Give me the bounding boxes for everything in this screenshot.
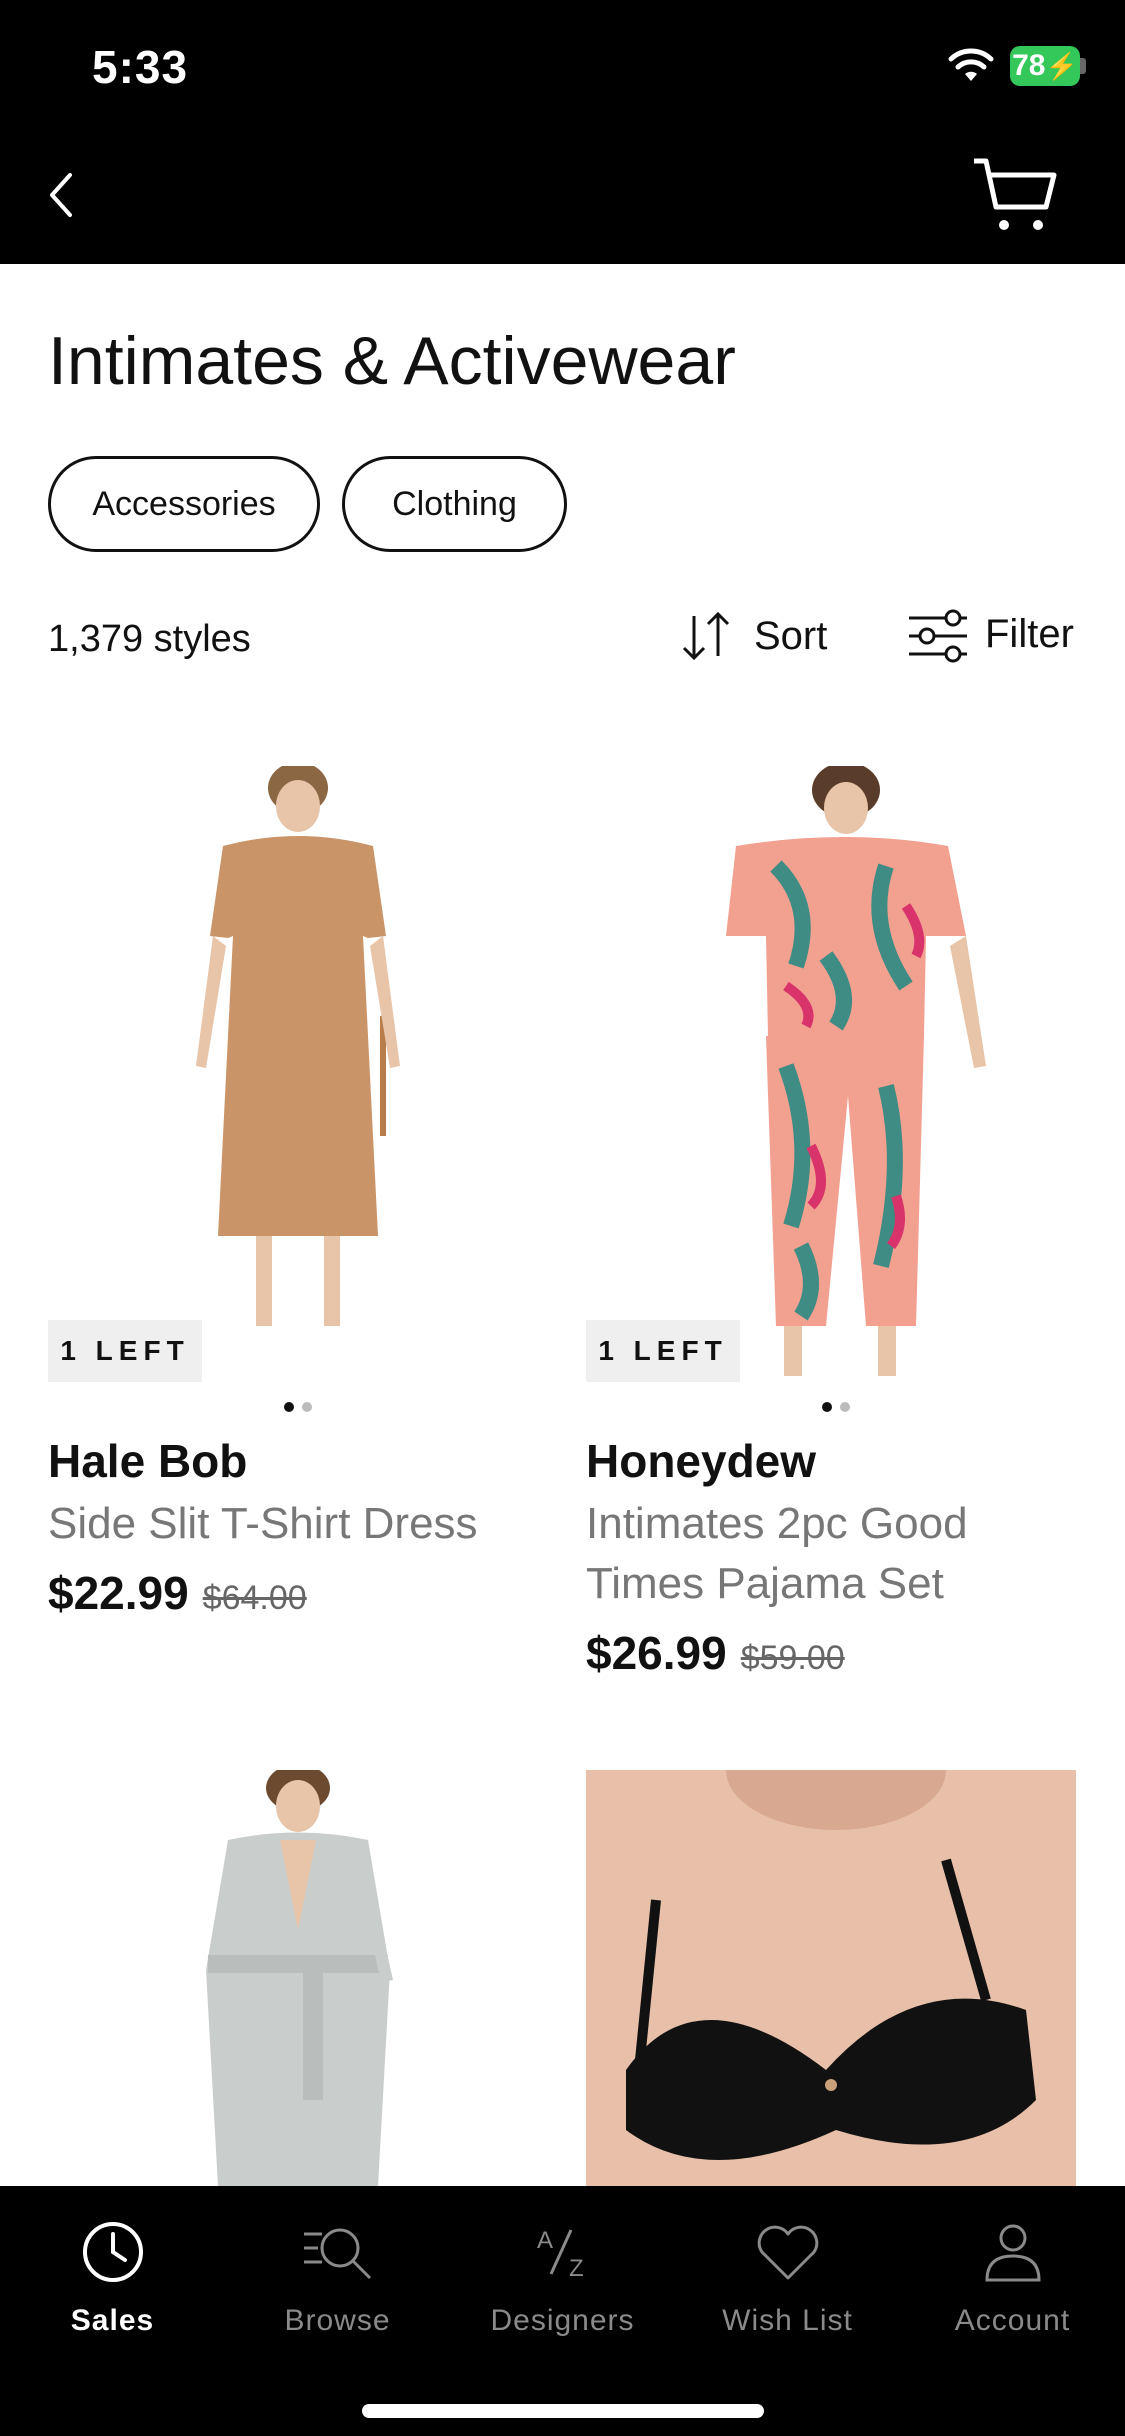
tab-browse[interactable]: Browse xyxy=(225,2212,450,2362)
filter-icon xyxy=(909,609,967,663)
pager-dot xyxy=(302,1402,312,1412)
cart-icon[interactable] xyxy=(970,155,1060,235)
filter-label: Filter xyxy=(985,611,1074,656)
tab-sales[interactable]: Sales xyxy=(0,2212,225,2362)
pager-dot xyxy=(822,1402,832,1412)
product-card[interactable]: 1 LEFT Honeydew Intimates 2pc Good Times… xyxy=(586,766,1086,1686)
tab-label: Account xyxy=(954,2304,1071,2337)
stock-badge: 1 LEFT xyxy=(48,1320,202,1382)
tab-wish-list[interactable]: Wish List xyxy=(675,2212,900,2362)
product-brand: Hale Bob xyxy=(48,1435,248,1487)
tab-label: Sales xyxy=(70,2304,155,2337)
sort-icon xyxy=(682,611,730,661)
battery-indicator: 78 ⚡ xyxy=(1010,46,1080,86)
wifi-icon xyxy=(948,48,994,81)
chip-accessories[interactable]: Accessories xyxy=(48,456,320,552)
page-title: Intimates & Activewear xyxy=(48,323,736,399)
status-time: 5:33 xyxy=(92,41,189,93)
image-pager[interactable] xyxy=(586,1402,1086,1412)
tab-label: Browse xyxy=(284,2304,391,2337)
tab-label: Wish List xyxy=(722,2304,853,2337)
person-icon xyxy=(984,2224,1041,2282)
back-icon[interactable] xyxy=(40,160,80,230)
sort-button[interactable]: Sort xyxy=(676,606,827,666)
product-name: Side Slit T-Shirt Dress xyxy=(48,1499,478,1548)
product-image-bra[interactable] xyxy=(586,1770,1076,2186)
top-bar: 5:33 78 ⚡ xyxy=(0,0,1125,264)
battery-tip xyxy=(1080,58,1086,74)
price-row: $26.99 $59.00 xyxy=(586,1626,845,1680)
sale-price: $22.99 xyxy=(48,1567,189,1619)
chip-clothing[interactable]: Clothing xyxy=(342,456,567,552)
home-indicator[interactable] xyxy=(362,2404,764,2418)
pager-dot xyxy=(284,1402,294,1412)
heart-icon xyxy=(757,2225,818,2280)
price-row: $22.99 $64.00 xyxy=(48,1566,307,1620)
product-image-dress[interactable] xyxy=(48,766,548,1386)
image-pager[interactable] xyxy=(48,1402,548,1412)
sort-label: Sort xyxy=(754,613,828,658)
svg-text:Z: Z xyxy=(569,2255,584,2282)
search-list-icon xyxy=(303,2228,371,2280)
clock-icon xyxy=(82,2222,143,2282)
product-brand: Honeydew xyxy=(586,1435,817,1487)
a-z-icon: A Z xyxy=(537,2227,584,2282)
tab-label: Designers xyxy=(490,2304,635,2337)
product-card[interactable]: 1 LEFT Hale Bob Side Slit T-Shirt Dress … xyxy=(48,766,548,1626)
product-name: Intimates 2pc Good Times Pajama Set xyxy=(586,1499,968,1608)
stock-badge: 1 LEFT xyxy=(586,1320,740,1382)
tab-bar: Sales Browse A Z Designers Wish List Acc… xyxy=(0,2186,1125,2436)
battery-level: 78 xyxy=(1012,49,1046,82)
original-price: $64.00 xyxy=(202,1579,307,1617)
product-image-robe[interactable] xyxy=(48,1770,548,2186)
tab-account[interactable]: Account xyxy=(900,2212,1125,2362)
product-image-pajama[interactable] xyxy=(586,766,1086,1386)
svg-text:A: A xyxy=(537,2227,553,2254)
styles-count: 1,379 styles xyxy=(48,618,251,660)
sale-price: $26.99 xyxy=(586,1627,727,1679)
pager-dot xyxy=(840,1402,850,1412)
tab-designers[interactable]: A Z Designers xyxy=(450,2212,675,2362)
filter-button[interactable]: Filter xyxy=(905,604,1074,664)
original-price: $59.00 xyxy=(740,1639,845,1677)
